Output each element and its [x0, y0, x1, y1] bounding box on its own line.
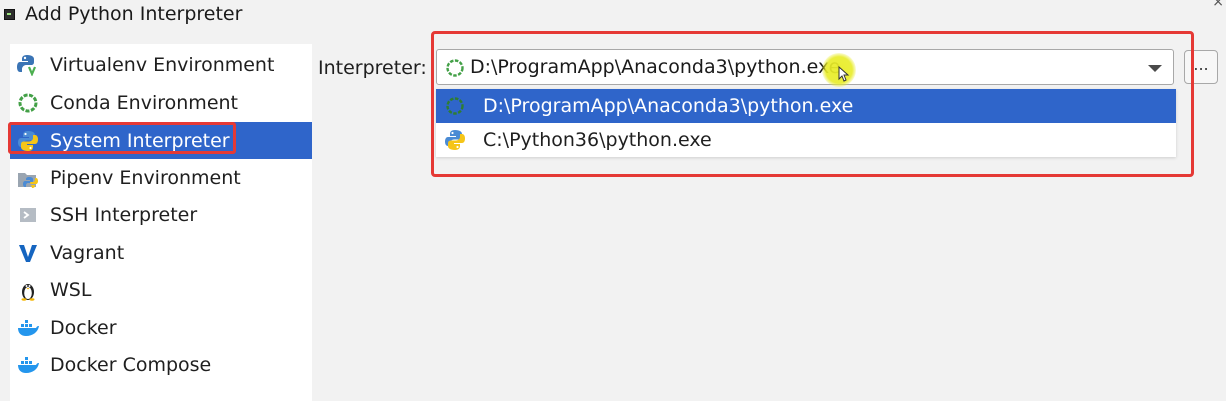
title-bar: Add Python Interpreter ×	[0, 0, 1226, 30]
sidebar-item-label: Docker	[50, 316, 117, 339]
vagrant-icon	[17, 242, 39, 264]
chevron-down-icon[interactable]	[1148, 65, 1162, 72]
app-icon	[4, 9, 15, 20]
sidebar-item-docker[interactable]: Docker	[10, 309, 312, 346]
sidebar-item-label: Pipenv Environment	[50, 166, 241, 189]
interpreter-label: Interpreter:	[318, 57, 427, 79]
mouse-cursor-icon	[838, 66, 850, 82]
virtualenv-icon	[17, 54, 39, 76]
docker-compose-icon	[17, 354, 39, 376]
sidebar-item-pipenv[interactable]: Pipenv Environment	[10, 159, 312, 196]
interpreter-value: D:\ProgramApp\Anaconda3\python.exe	[470, 56, 841, 78]
browse-button[interactable]: ...	[1184, 50, 1218, 84]
dropdown-option-anaconda[interactable]: D:\ProgramApp\Anaconda3\python.exe	[436, 89, 1176, 123]
sidebar-item-ssh[interactable]: SSH Interpreter	[10, 196, 312, 233]
sidebar-item-label: Docker Compose	[50, 353, 212, 376]
sidebar-item-label: SSH Interpreter	[50, 203, 198, 226]
sidebar-item-label: Conda Environment	[50, 91, 238, 114]
dropdown-option-label: D:\ProgramApp\Anaconda3\python.exe	[483, 95, 854, 117]
dropdown-option-python36[interactable]: C:\Python36\python.exe	[436, 123, 1176, 157]
linux-penguin-icon	[17, 279, 39, 301]
conda-icon	[17, 92, 39, 114]
sidebar-item-vagrant[interactable]: Vagrant	[10, 234, 312, 271]
sidebar-item-label: System Interpreter	[50, 129, 230, 152]
interpreter-type-list: Virtualenv Environment Conda Environment…	[10, 44, 312, 401]
interpreter-dropdown-list: D:\ProgramApp\Anaconda3\python.exe C:\Py…	[436, 89, 1176, 157]
interpreter-combobox[interactable]: D:\ProgramApp\Anaconda3\python.exe	[436, 49, 1174, 85]
conda-icon	[444, 95, 466, 117]
close-icon[interactable]: ×	[1212, 0, 1224, 10]
sidebar-item-conda[interactable]: Conda Environment	[10, 84, 312, 121]
sidebar-item-system-interpreter[interactable]: System Interpreter	[10, 122, 312, 159]
sidebar-item-label: WSL	[50, 278, 92, 301]
add-python-interpreter-dialog: Add Python Interpreter × Virtualenv Envi…	[0, 0, 1226, 401]
sidebar-item-label: Vagrant	[50, 241, 125, 264]
ssh-terminal-icon	[17, 204, 39, 226]
python-icon	[17, 130, 39, 152]
sidebar-item-wsl[interactable]: WSL	[10, 271, 312, 308]
python-icon	[444, 129, 466, 151]
pipenv-icon	[17, 167, 39, 189]
sidebar-item-docker-compose[interactable]: Docker Compose	[10, 346, 312, 383]
dropdown-option-label: C:\Python36\python.exe	[483, 129, 712, 151]
sidebar-item-virtualenv[interactable]: Virtualenv Environment	[10, 46, 312, 83]
docker-icon	[17, 317, 39, 339]
conda-icon	[445, 58, 465, 82]
sidebar-item-label: Virtualenv Environment	[50, 53, 275, 76]
dialog-title: Add Python Interpreter	[25, 3, 243, 25]
